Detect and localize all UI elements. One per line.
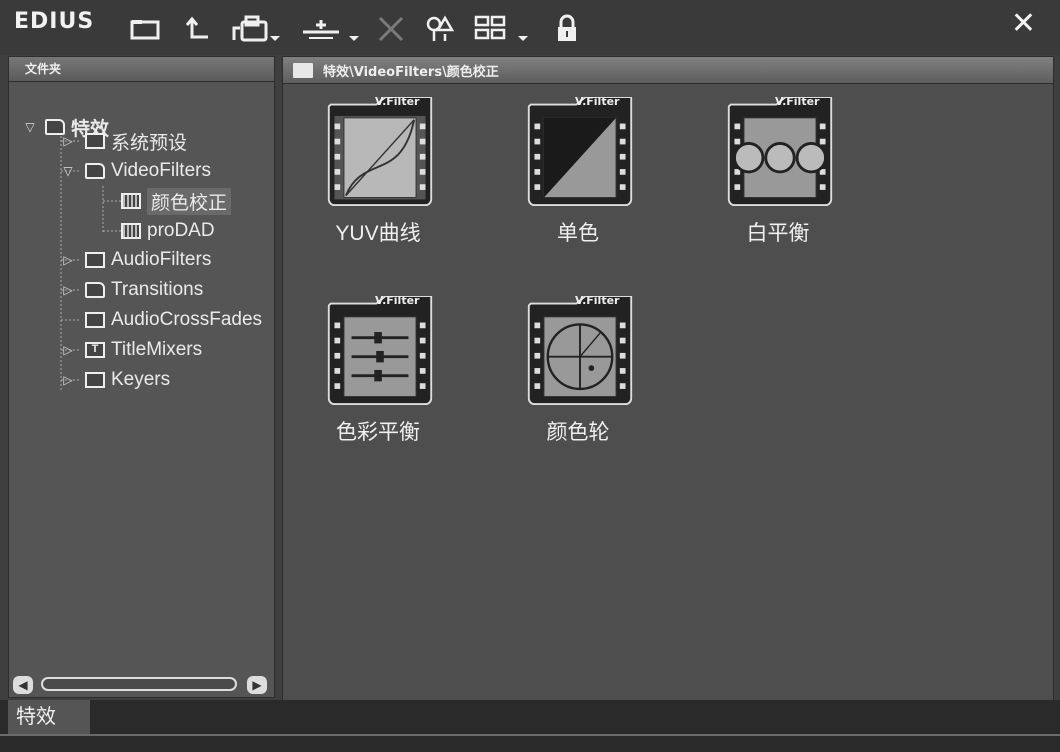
folder-icon bbox=[85, 282, 105, 298]
close-icon[interactable]: ✕ bbox=[1011, 6, 1036, 41]
tab-effects[interactable]: 特效 bbox=[8, 700, 90, 734]
effect-label: 单色 bbox=[557, 222, 599, 245]
tree-node-transitions[interactable]: ▷ Transitions bbox=[61, 277, 203, 303]
bottom-tab-bar: 特效 bbox=[0, 700, 1060, 752]
path-text: 特效\VideoFilters\颜色校正 bbox=[323, 64, 499, 80]
vfilter-badge: V.Filter bbox=[575, 294, 620, 307]
folder-icon bbox=[85, 133, 105, 149]
folder-icon bbox=[85, 312, 105, 328]
effects-panel: 特效\VideoFilters\颜色校正 YUV曲线 单色 白平衡 色彩平衡 颜… bbox=[282, 56, 1054, 701]
tree-node-audiofilters[interactable]: ▷ AudioFilters bbox=[61, 247, 211, 273]
delete-icon[interactable] bbox=[374, 12, 408, 46]
vfilter-badge: V.Filter bbox=[775, 95, 820, 108]
scroll-left-icon[interactable]: ◀ bbox=[13, 676, 33, 694]
color-balance-icon bbox=[327, 296, 433, 406]
up-folder-icon[interactable] bbox=[180, 12, 214, 46]
horizontal-scrollbar[interactable]: ◀ ▶ bbox=[13, 675, 271, 695]
tree-node-prodad[interactable]: proDAD bbox=[121, 218, 215, 244]
tree-node-system-presets[interactable]: ▷ 系统预设 bbox=[61, 128, 187, 154]
expand-arrow-icon[interactable]: ▷ bbox=[61, 283, 75, 297]
tree-node-titlemixers[interactable]: ▷ T TitleMixers bbox=[61, 337, 202, 363]
tree-node-color-correction[interactable]: 颜色校正 bbox=[121, 187, 232, 215]
folder-panel: 文件夹 ▽ 特效 ▷ 系统预设 ▽ VideoFilters 颜色校正 proD… bbox=[8, 56, 275, 698]
collapse-arrow-icon[interactable]: ▽ bbox=[61, 164, 75, 178]
effect-item-monochrome[interactable]: 单色 bbox=[483, 91, 643, 271]
effect-label: 白平衡 bbox=[746, 222, 810, 245]
copy-icon[interactable] bbox=[226, 12, 286, 46]
vfilter-badge: V.Filter bbox=[575, 95, 620, 108]
expand-arrow-icon[interactable]: ▷ bbox=[61, 373, 75, 387]
effect-item-yuv-curve[interactable]: YUV曲线 bbox=[283, 91, 443, 271]
tree-node-keyers[interactable]: ▷ Keyers bbox=[61, 367, 170, 393]
expand-arrow-icon[interactable]: ▷ bbox=[61, 343, 75, 357]
filter-folder-icon bbox=[121, 193, 141, 209]
collapse-arrow-icon[interactable]: ▽ bbox=[23, 120, 37, 134]
folder-icon bbox=[85, 252, 105, 268]
vfilter-badge: V.Filter bbox=[375, 294, 420, 307]
folder-tree: ▽ 特效 ▷ 系统预设 ▽ VideoFilters 颜色校正 proDAD ▷… bbox=[9, 82, 274, 672]
folder-icon bbox=[85, 372, 105, 388]
properties-icon[interactable] bbox=[424, 12, 458, 46]
effect-item-color-balance[interactable]: 色彩平衡 bbox=[283, 290, 443, 470]
folder-open-icon bbox=[85, 163, 105, 179]
title-bar: EDIUS ✕ bbox=[0, 0, 1060, 55]
scrollbar-thumb[interactable] bbox=[41, 677, 237, 691]
expand-arrow-icon[interactable]: ▷ bbox=[61, 134, 75, 148]
tree-node-audiocrossfades[interactable]: AudioCrossFades bbox=[61, 307, 262, 333]
effect-label: 色彩平衡 bbox=[336, 421, 420, 444]
lock-icon[interactable] bbox=[550, 12, 584, 46]
effect-label: 颜色轮 bbox=[546, 421, 610, 444]
new-folder-icon[interactable] bbox=[128, 12, 162, 46]
tree-node-videofilters[interactable]: ▽ VideoFilters bbox=[61, 158, 211, 184]
scroll-right-icon[interactable]: ▶ bbox=[247, 676, 267, 694]
vfilter-badge: V.Filter bbox=[375, 95, 420, 108]
path-bar: 特效\VideoFilters\颜色校正 bbox=[283, 57, 1053, 84]
white-balance-icon bbox=[727, 97, 833, 207]
import-icon[interactable] bbox=[298, 12, 364, 46]
color-wheel-icon bbox=[527, 296, 633, 406]
folder-panel-header: 文件夹 bbox=[9, 57, 274, 82]
app-title: EDIUS bbox=[14, 9, 95, 34]
folder-icon bbox=[293, 62, 313, 78]
view-mode-icon[interactable] bbox=[474, 12, 534, 46]
filter-folder-icon bbox=[121, 223, 141, 239]
divider bbox=[0, 734, 1060, 736]
title-folder-icon: T bbox=[85, 342, 105, 358]
expand-arrow-icon[interactable]: ▷ bbox=[61, 253, 75, 267]
yuv-curve-icon bbox=[327, 97, 433, 207]
effect-item-white-balance[interactable]: 白平衡 bbox=[683, 91, 843, 271]
monochrome-icon bbox=[527, 97, 633, 207]
effect-item-color-wheel[interactable]: 颜色轮 bbox=[483, 290, 643, 470]
effect-label: YUV曲线 bbox=[335, 222, 421, 245]
